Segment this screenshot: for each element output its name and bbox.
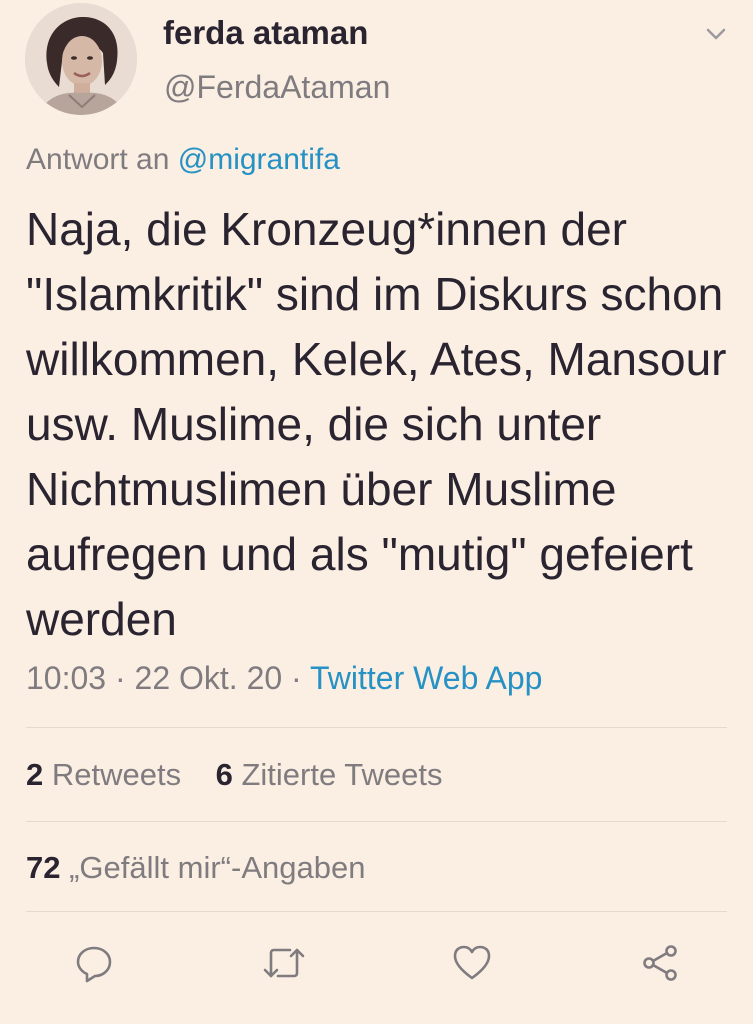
divider [26, 911, 727, 912]
reply-context: Antwort an @migrantifa [26, 143, 340, 177]
tweet-time: 10:03 [26, 660, 107, 696]
divider [26, 821, 727, 822]
reply-icon[interactable] [72, 941, 116, 985]
quotes-count: 6 [215, 757, 233, 792]
tweet-header: ferda ataman @FerdaAtaman [0, 0, 753, 125]
retweets-label: Retweets [51, 757, 182, 792]
divider [26, 727, 727, 728]
tweet-date[interactable]: 22 Okt. 20 [135, 660, 283, 696]
chevron-down-icon[interactable] [700, 18, 732, 50]
quotes-label: Zitierte Tweets [241, 757, 443, 792]
share-icon[interactable] [638, 941, 682, 985]
retweet-icon[interactable] [262, 941, 306, 985]
tweet-source-link[interactable]: Twitter Web App [310, 660, 542, 696]
tweet-meta: 10:03 · 22 Okt. 20 · Twitter Web App [26, 660, 542, 697]
display-name[interactable]: ferda ataman [163, 14, 368, 52]
meta-separator: · [282, 660, 311, 696]
tweet-text: Naja, die Kronzeug*innen der "Islamkriti… [26, 203, 727, 645]
retweets-stat[interactable]: 2 Retweets [26, 757, 181, 792]
likes-label: „Gefällt mir“-Angaben [69, 850, 366, 885]
retweets-count: 2 [26, 757, 44, 792]
retweet-stats-row: 2 Retweets 6 Zitierte Tweets [26, 757, 442, 793]
likes-stats-row[interactable]: 72 „Gefällt mir“-Angaben [26, 850, 365, 886]
reply-prefix: Antwort an [26, 143, 170, 176]
heart-icon[interactable] [450, 941, 494, 985]
reply-mention-link[interactable]: @migrantifa [178, 143, 340, 176]
user-handle[interactable]: @FerdaAtaman [164, 69, 390, 106]
likes-count: 72 [26, 850, 61, 885]
avatar[interactable] [25, 3, 137, 115]
quotes-stat[interactable]: 6 Zitierte Tweets [216, 757, 443, 792]
meta-separator: · [106, 660, 135, 696]
